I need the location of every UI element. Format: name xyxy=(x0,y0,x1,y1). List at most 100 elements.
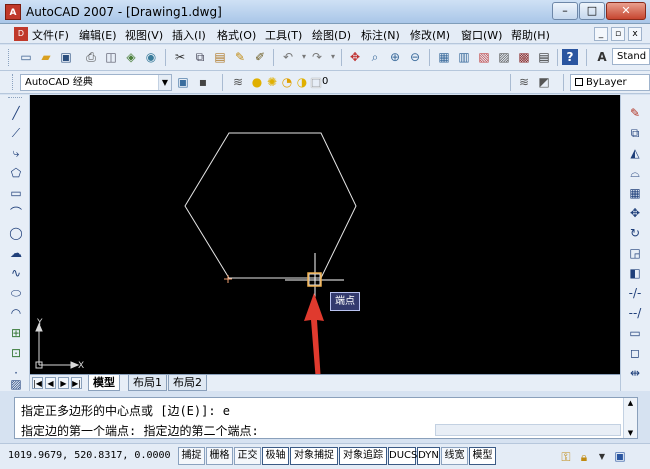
plot-preview-icon[interactable]: ◫ xyxy=(103,49,119,65)
pan-icon[interactable]: ✥ xyxy=(347,49,363,65)
arc-icon[interactable]: ⌒ xyxy=(7,204,25,222)
toolbar-grip[interactable] xyxy=(8,49,11,66)
menu-dimension[interactable]: 标注(N) xyxy=(361,27,400,43)
polyline-icon[interactable]: ⤷ xyxy=(7,144,25,162)
otrack-toggle[interactable]: 对象追踪 xyxy=(339,447,387,465)
polar-toggle[interactable]: 极轴 xyxy=(262,447,289,465)
extend-icon[interactable]: --/ xyxy=(626,304,644,322)
copy-icon[interactable]: ⧉ xyxy=(192,49,208,65)
properties-icon[interactable]: ▦ xyxy=(436,49,452,65)
menu-modify[interactable]: 修改(M) xyxy=(410,27,450,43)
trim-icon[interactable]: -/- xyxy=(626,284,644,302)
spline-icon[interactable]: ∿ xyxy=(7,264,25,282)
scroll-down-icon[interactable]: ▼ xyxy=(624,428,637,438)
command-scrollbar[interactable]: ▲ ▼ xyxy=(623,398,637,438)
previous-tab-button[interactable]: ◀ xyxy=(45,377,56,389)
snap-toggle[interactable]: 捕捉 xyxy=(178,447,205,465)
layer-on-bulb-icon[interactable]: ● xyxy=(249,74,265,90)
lineweight-toggle[interactable]: 线宽 xyxy=(441,447,468,465)
coordinate-readout[interactable]: 1019.9679, 520.8317, 0.0000 xyxy=(8,450,171,461)
redo-dropdown-icon[interactable]: ▾ xyxy=(325,49,341,65)
menu-view[interactable]: 视图(V) xyxy=(125,27,163,43)
workspace-select[interactable]: AutoCAD 经典 ▼ xyxy=(20,74,172,91)
tool-palettes-icon[interactable]: ▧ xyxy=(476,49,492,65)
copy-object-icon[interactable]: ⧉ xyxy=(626,124,644,142)
publish-icon[interactable]: ◈ xyxy=(123,49,139,65)
offset-icon[interactable]: ⌓ xyxy=(626,164,644,182)
chevron-down-icon[interactable]: ▼ xyxy=(158,75,171,90)
text-style-select[interactable]: Stand xyxy=(612,48,650,65)
minimize-button[interactable]: – xyxy=(552,2,578,20)
mirror-icon[interactable]: ◭ xyxy=(626,144,644,162)
calculator-icon[interactable]: ▤ xyxy=(536,49,552,65)
revision-cloud-icon[interactable]: ☁ xyxy=(7,244,25,262)
break-at-point-icon[interactable]: ▭ xyxy=(626,324,644,342)
move-icon[interactable]: ✥ xyxy=(626,204,644,222)
layer-select[interactable]: 0 xyxy=(318,74,508,91)
tab-layout2[interactable]: 布局2 xyxy=(168,375,207,391)
doc-minimize-button[interactable]: _ xyxy=(594,27,608,41)
menu-format[interactable]: 格式(O) xyxy=(217,27,256,43)
line-icon[interactable]: ╱ xyxy=(7,104,25,122)
scroll-up-icon[interactable]: ▲ xyxy=(624,398,637,408)
command-horizontal-scrollbar[interactable] xyxy=(435,424,621,436)
ortho-toggle[interactable]: 正交 xyxy=(234,447,261,465)
document-icon[interactable]: D xyxy=(14,27,28,41)
drawing-canvas[interactable]: Y X 端点 xyxy=(30,95,620,382)
title-bar[interactable]: A AutoCAD 2007 - [Drawing1.dwg] – □ ✕ xyxy=(0,0,650,24)
menu-edit[interactable]: 编辑(E) xyxy=(79,27,117,43)
ducs-toggle[interactable]: DUCS xyxy=(388,447,417,465)
scale-icon[interactable]: ◲ xyxy=(626,244,644,262)
hexagon-shape[interactable] xyxy=(184,132,357,279)
layer-unlock-icon[interactable]: ◔ xyxy=(279,74,295,90)
undo-icon[interactable]: ↶ xyxy=(280,49,296,65)
array-icon[interactable]: ▦ xyxy=(626,184,644,202)
make-block-icon[interactable]: ⊡ xyxy=(7,344,25,362)
zoom-previous-icon[interactable]: ⊖ xyxy=(407,49,423,65)
toolbar-grip[interactable] xyxy=(8,97,22,103)
zoom-realtime-icon[interactable]: ⌕ xyxy=(367,49,383,65)
rotate-icon[interactable]: ↻ xyxy=(626,224,644,242)
paste-icon[interactable]: ▤ xyxy=(212,49,228,65)
lock-icon[interactable]: 🔒︎ xyxy=(576,449,592,465)
break-icon[interactable]: ◻ xyxy=(626,344,644,362)
workspace-save-icon[interactable]: ▪ xyxy=(195,74,211,90)
clean-screen-icon[interactable]: ▣ xyxy=(612,448,628,464)
layer-thaw-sun-icon[interactable]: ✺ xyxy=(264,74,280,90)
save-icon[interactable]: ▣ xyxy=(58,49,74,65)
circle-icon[interactable]: ◯ xyxy=(7,224,25,242)
tab-layout1[interactable]: 布局1 xyxy=(128,375,167,391)
new-file-icon[interactable]: ▭ xyxy=(18,49,34,65)
toolbar-grip[interactable] xyxy=(12,74,15,90)
menu-window[interactable]: 窗口(W) xyxy=(461,27,502,43)
print-icon[interactable]: ⎙ xyxy=(83,49,99,65)
dyn-toggle[interactable]: DYN xyxy=(417,447,440,465)
make-current-layer-icon[interactable]: ≋ xyxy=(516,74,532,90)
grid-toggle[interactable]: 栅格 xyxy=(206,447,233,465)
color-select[interactable]: ByLayer xyxy=(570,74,650,91)
next-tab-button[interactable]: ▶ xyxy=(58,377,69,389)
doc-close-button[interactable]: x xyxy=(628,27,642,41)
layer-previous-icon[interactable]: ◩ xyxy=(536,74,552,90)
menu-file[interactable]: 文件(F) xyxy=(32,27,69,43)
zoom-window-icon[interactable]: ⊕ xyxy=(387,49,403,65)
menu-tools[interactable]: 工具(T) xyxy=(265,27,302,43)
menu-draw[interactable]: 绘图(D) xyxy=(312,27,351,43)
menu-help[interactable]: 帮助(H) xyxy=(511,27,550,43)
layer-properties-icon[interactable]: ≋ xyxy=(230,74,246,90)
help-icon[interactable]: ? xyxy=(562,49,578,65)
status-menu-arrow-icon[interactable]: ▼ xyxy=(594,449,610,465)
text-style-icon[interactable]: A xyxy=(594,49,610,65)
block-editor-icon[interactable]: ✐ xyxy=(252,49,268,65)
join-icon[interactable]: ⇹ xyxy=(626,364,644,382)
command-window[interactable]: 指定正多边形的中心点或 [边(E)]: e 指定边的第一个端点: 指定边的第二个… xyxy=(14,397,638,439)
rectangle-icon[interactable]: ▭ xyxy=(7,184,25,202)
stretch-icon[interactable]: ◧ xyxy=(626,264,644,282)
open-folder-icon[interactable]: ▰ xyxy=(38,49,54,65)
erase-icon[interactable]: ✎ xyxy=(626,104,644,122)
close-button[interactable]: ✕ xyxy=(606,2,646,20)
ellipse-arc-icon[interactable]: ◠ xyxy=(7,304,25,322)
doc-restore-button[interactable]: ▫ xyxy=(611,27,625,41)
match-properties-icon[interactable]: ✎ xyxy=(232,49,248,65)
workspace-settings-icon[interactable]: ▣ xyxy=(175,74,191,90)
